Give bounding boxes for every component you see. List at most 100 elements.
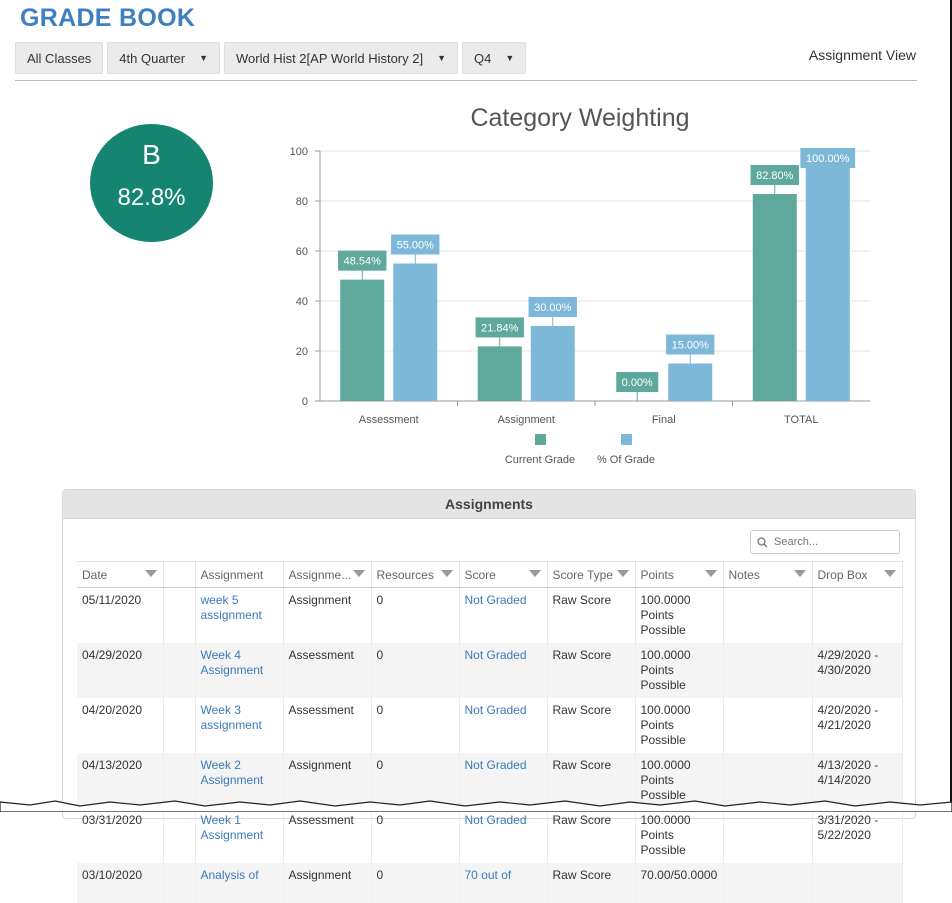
score-link[interactable]: Not Graded (465, 648, 527, 662)
blank-cell (163, 698, 195, 753)
x-tick-label: Assessment (359, 414, 419, 426)
points-cell: 70.00/50.0000 (635, 863, 723, 903)
column-header[interactable]: Date (77, 562, 163, 588)
resources-cell: 0 (371, 643, 459, 698)
assignment-link[interactable]: Week 1 (201, 813, 241, 827)
date-cell: 03/10/2020 (77, 863, 163, 903)
date-text: 04/13/2020 (82, 758, 142, 772)
bar (806, 151, 850, 401)
data-label: 30.00% (534, 302, 572, 314)
drop-box-cell (812, 863, 902, 903)
score-link[interactable]: Not Graded (465, 813, 527, 827)
y-tick-label: 40 (296, 296, 308, 308)
column-header[interactable]: Assignme... (283, 562, 371, 588)
assignment-type-cell: Assessment (283, 698, 371, 753)
column-header[interactable]: Points (635, 562, 723, 588)
filter-icon[interactable] (145, 570, 157, 577)
column-header[interactable]: Notes (723, 562, 812, 588)
data-label: 100.00% (806, 153, 850, 165)
date-text: 05/11/2020 (82, 593, 141, 607)
assignment-link[interactable]: assignment (201, 718, 262, 732)
resources-cell: 0 (371, 863, 459, 903)
score-type-cell: Raw Score (547, 808, 635, 863)
x-tick-label: Final (652, 414, 676, 426)
column-header-label: Assignment (201, 568, 264, 582)
table-body: 05/11/2020week 5assignmentAssignment0Not… (77, 588, 902, 903)
column-header-label: Drop Box (818, 568, 868, 582)
filter-icon[interactable] (441, 570, 453, 577)
drop-box-cell: 3/31/2020 -5/22/2020 (812, 808, 902, 863)
resources-text: 0 (377, 648, 384, 662)
column-header[interactable]: Assignment (195, 562, 283, 588)
drop-box-text: 4/30/2020 (818, 663, 871, 677)
assignment-link[interactable]: assignment (201, 608, 262, 622)
points-text: Points Possible (641, 718, 686, 747)
assignment-link[interactable]: Assignment (201, 773, 264, 787)
assignment-link[interactable]: Analysis of (201, 868, 259, 882)
data-label: 21.84% (481, 322, 519, 334)
drop-box-text: 4/29/2020 - (818, 648, 879, 662)
drop-box-cell: 4/20/2020 -4/21/2020 (812, 698, 902, 753)
category-weighting-chart: Category Weighting020406080100Assessment… (0, 0, 952, 480)
score-cell: Not Graded (459, 588, 547, 644)
assignment-link[interactable]: Assignment (201, 663, 264, 677)
score-type-text: Raw Score (553, 868, 612, 882)
bar (531, 326, 575, 401)
date-cell: 03/31/2020 (77, 808, 163, 863)
score-type-text: Raw Score (553, 648, 612, 662)
blank-cell (163, 588, 195, 644)
column-header[interactable]: Drop Box (812, 562, 902, 588)
column-header[interactable]: Score (459, 562, 547, 588)
drop-box-text: 4/21/2020 (818, 718, 871, 732)
date-text: 04/20/2020 (82, 703, 142, 717)
torn-edge (0, 796, 952, 812)
column-header[interactable]: Score Type (547, 562, 635, 588)
filter-icon[interactable] (529, 570, 541, 577)
date-cell: 04/29/2020 (77, 643, 163, 698)
assignment-link[interactable]: Week 2 (201, 758, 241, 772)
column-header[interactable] (163, 562, 195, 588)
filter-icon[interactable] (617, 570, 629, 577)
table-row: 04/20/2020Week 3assignmentAssessment0Not… (77, 698, 902, 753)
date-cell: 04/20/2020 (77, 698, 163, 753)
score-link[interactable]: Not Graded (465, 593, 527, 607)
assignment-cell: week 5assignment (195, 588, 283, 644)
search-box[interactable] (750, 530, 900, 554)
assignment-type-text: Assignment (289, 593, 352, 607)
bar (340, 280, 384, 401)
assignment-link[interactable]: Assignment (201, 828, 264, 842)
assignment-type-text: Assessment (289, 703, 354, 717)
resources-text: 0 (377, 593, 384, 607)
column-header-label: Resources (377, 568, 434, 582)
table-header-row: Date Assignment Assignme... Resources Score S… (77, 562, 902, 588)
assignment-cell: Week 3assignment (195, 698, 283, 753)
notes-cell (723, 698, 812, 753)
filter-icon[interactable] (705, 570, 717, 577)
search-input[interactable] (772, 535, 886, 549)
filter-icon[interactable] (884, 570, 896, 577)
column-header[interactable]: Resources (371, 562, 459, 588)
assignment-link[interactable]: Week 4 (201, 648, 241, 662)
drop-box-text: 4/14/2020 (818, 773, 871, 787)
points-cell: 100.0000Points Possible (635, 588, 723, 644)
blank-cell (163, 808, 195, 863)
data-label: 48.54% (344, 256, 382, 268)
y-tick-label: 0 (302, 396, 308, 408)
data-label: 55.00% (397, 240, 435, 252)
assignment-link[interactable]: week 5 (201, 593, 239, 607)
assignment-type-text: Assignment (289, 868, 352, 882)
resources-cell: 0 (371, 588, 459, 644)
resources-text: 0 (377, 758, 384, 772)
filter-icon[interactable] (794, 570, 806, 577)
filter-icon[interactable] (353, 570, 365, 577)
score-link[interactable]: Not Graded (465, 758, 527, 772)
score-link[interactable]: Not Graded (465, 703, 527, 717)
score-cell: Not Graded (459, 808, 547, 863)
bar (668, 364, 712, 402)
x-tick-label: TOTAL (784, 414, 818, 426)
score-link[interactable]: 70 out of (465, 868, 512, 882)
column-header-label: Score Type (553, 568, 613, 582)
date-text: 03/31/2020 (82, 813, 142, 827)
score-cell: Not Graded (459, 643, 547, 698)
assignment-link[interactable]: Week 3 (201, 703, 241, 717)
